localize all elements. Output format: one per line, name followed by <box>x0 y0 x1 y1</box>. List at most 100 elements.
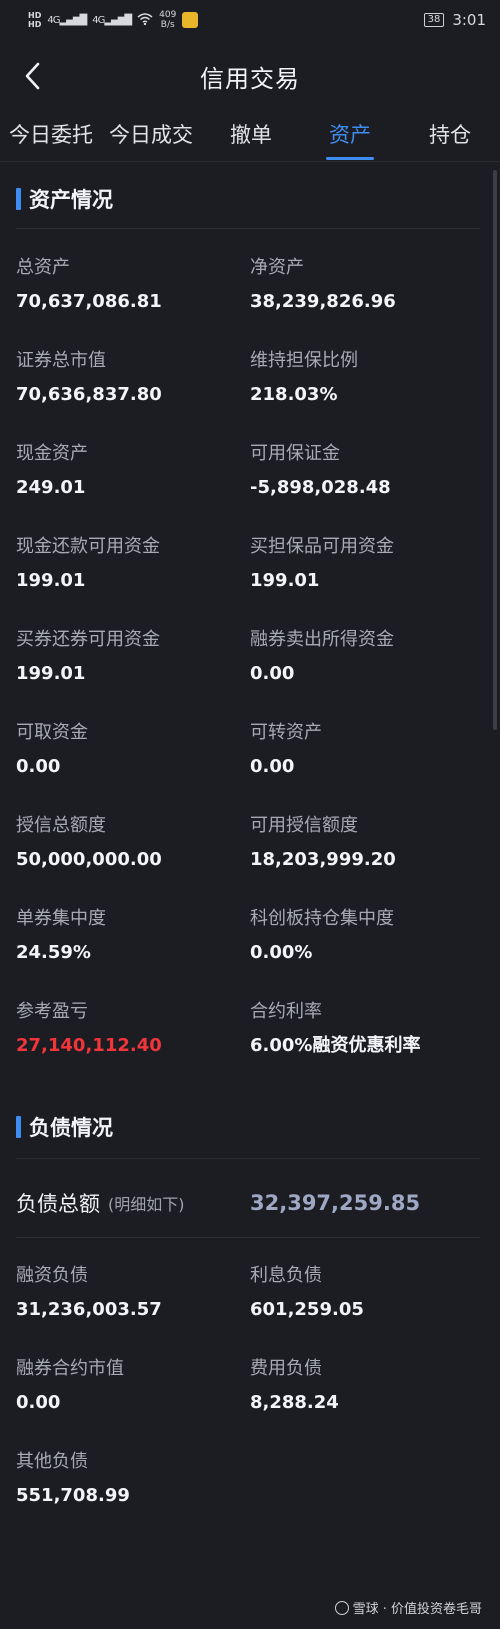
item-value: 199.01 <box>16 570 86 591</box>
asset-item-collateral-buy-funds: 买担保品可用资金 199.01 <box>250 535 480 593</box>
nav-bar: 信用交易 <box>0 40 500 112</box>
item-value: 6.00%融资优惠利率 <box>250 1035 421 1056</box>
item-label: 买担保品可用资金 <box>250 536 394 557</box>
network-speed: 409 B/s <box>159 10 177 30</box>
hd-icon: HD <box>28 11 42 20</box>
item-label: 净资产 <box>250 257 304 278</box>
divider <box>16 1237 480 1238</box>
item-value: -5,898,028.48 <box>250 477 391 498</box>
item-label: 总资产 <box>16 257 70 278</box>
page-title: 信用交易 <box>200 64 300 93</box>
notification-app-icon <box>182 12 199 28</box>
divider <box>16 228 480 229</box>
tab-assets[interactable]: 资产 <box>314 112 386 162</box>
liability-total-value: 32,397,259.85 <box>250 1191 421 1215</box>
liability-section-title: 负债情况 <box>29 1116 113 1140</box>
item-label: 其他负债 <box>16 1451 88 1472</box>
asset-item-cash-repay-funds: 现金还款可用资金 199.01 <box>16 535 246 593</box>
item-value: 38,239,826.96 <box>250 291 396 312</box>
item-label: 融券合约市值 <box>16 1358 124 1379</box>
clock: 3:01 <box>452 11 486 29</box>
item-label: 维持担保比例 <box>250 350 358 371</box>
item-label: 合约利率 <box>250 1001 322 1022</box>
asset-item-total-assets: 总资产 70,637,086.81 <box>16 256 246 314</box>
asset-section-title: 资产情况 <box>29 188 113 212</box>
item-label: 参考盈亏 <box>16 1001 88 1022</box>
tab-today-trades[interactable]: 今日成交 <box>104 112 198 162</box>
item-value: 0.00 <box>16 1392 61 1413</box>
item-value: 0.00 <box>250 663 295 684</box>
status-right: 38 3:01 <box>423 11 486 29</box>
asset-item-contract-rate: 合约利率 6.00%融资优惠利率 <box>250 1000 480 1058</box>
hd-icon: HD <box>28 20 42 29</box>
item-label: 费用负债 <box>250 1358 322 1379</box>
liability-item-margin-debt: 融资负债 31,236,003.57 <box>16 1264 246 1322</box>
item-label: 可用授信额度 <box>250 815 358 836</box>
wifi-icon <box>137 12 153 28</box>
item-value: 0.00 <box>16 756 61 777</box>
item-value: 249.01 <box>16 477 86 498</box>
item-value: 70,636,837.80 <box>16 384 162 405</box>
signal-icon: 4G▂▄▆█ <box>92 14 132 26</box>
item-label: 可用保证金 <box>250 443 340 464</box>
asset-item-securities-market-value: 证券总市值 70,636,837.80 <box>16 349 246 407</box>
item-label: 可转资产 <box>250 722 322 743</box>
item-value: 218.03% <box>250 384 338 405</box>
item-value: 0.00 <box>250 756 295 777</box>
item-label: 融券卖出所得资金 <box>250 629 394 650</box>
liability-total-label: 负债总额 <box>16 1192 100 1216</box>
status-left: HD HD 4G▂▄▆█ 4G▂▄▆█ 409 B/s <box>28 10 199 30</box>
chevron-left-icon <box>25 62 40 90</box>
snowball-logo-icon <box>334 1600 349 1615</box>
item-label: 单券集中度 <box>16 908 106 929</box>
liability-total-note: (明细如下) <box>108 1195 185 1214</box>
asset-item-star-market-concentration: 科创板持仓集中度 0.00% <box>250 907 480 965</box>
item-label: 利息负债 <box>250 1265 322 1286</box>
item-value: 8,288.24 <box>250 1392 339 1413</box>
asset-item-cash-assets: 现金资产 249.01 <box>16 442 246 500</box>
asset-item-withdrawable-funds: 可取资金 0.00 <box>16 721 246 779</box>
asset-section-header: 资产情况 <box>16 184 113 214</box>
asset-item-single-security-concentration: 单券集中度 24.59% <box>16 907 246 965</box>
item-value: 18,203,999.20 <box>250 849 396 870</box>
item-value: 70,637,086.81 <box>16 291 162 312</box>
liability-item-other-debt: 其他负债 551,708.99 <box>16 1450 246 1508</box>
watermark-text: 雪球 · 价值投资卷毛哥 <box>352 1602 482 1617</box>
tab-cancel-order[interactable]: 撤单 <box>216 112 286 162</box>
asset-item-buy-return-funds: 买券还券可用资金 199.01 <box>16 628 246 686</box>
back-button[interactable] <box>14 56 50 96</box>
item-value: 199.01 <box>250 570 320 591</box>
item-label: 科创板持仓集中度 <box>250 908 394 929</box>
tab-today-orders[interactable]: 今日委托 <box>4 112 98 162</box>
item-value: 601,259.05 <box>250 1299 364 1320</box>
asset-item-transferable-assets: 可转资产 0.00 <box>250 721 480 779</box>
liability-item-interest-debt: 利息负债 601,259.05 <box>250 1264 480 1322</box>
watermark: 雪球 · 价值投资卷毛哥 <box>334 1598 482 1617</box>
status-bar: HD HD 4G▂▄▆█ 4G▂▄▆█ 409 B/s 38 3:01 <box>0 0 500 40</box>
item-label: 现金还款可用资金 <box>16 536 160 557</box>
item-value: 551,708.99 <box>16 1485 130 1506</box>
pnl-value: 27,140,112.40 <box>16 1035 162 1056</box>
item-label: 授信总额度 <box>16 815 106 836</box>
item-label: 买券还券可用资金 <box>16 629 160 650</box>
asset-item-maintenance-ratio: 维持担保比例 218.03% <box>250 349 480 407</box>
divider <box>16 1158 480 1159</box>
scrollbar[interactable] <box>493 170 497 730</box>
item-value: 31,236,003.57 <box>16 1299 162 1320</box>
asset-item-reference-pnl: 参考盈亏 27,140,112.40 <box>16 1000 246 1058</box>
item-label: 现金资产 <box>16 443 88 464</box>
tab-positions[interactable]: 持仓 <box>414 112 486 162</box>
hd-indicators: HD HD <box>28 11 41 29</box>
item-label: 证券总市值 <box>16 350 106 371</box>
item-label: 可取资金 <box>16 722 88 743</box>
asset-item-net-assets: 净资产 38,239,826.96 <box>250 256 480 314</box>
item-label: 融资负债 <box>16 1265 88 1286</box>
section-accent-bar <box>16 1116 21 1138</box>
item-value: 0.00% <box>250 942 313 963</box>
liability-item-fee-debt: 费用负债 8,288.24 <box>250 1357 480 1415</box>
signal-icon: 4G▂▄▆█ <box>47 14 87 26</box>
active-tab-indicator <box>326 157 374 160</box>
asset-item-available-credit-line: 可用授信额度 18,203,999.20 <box>250 814 480 872</box>
liability-section-header: 负债情况 <box>16 1112 113 1142</box>
asset-item-total-credit-line: 授信总额度 50,000,000.00 <box>16 814 246 872</box>
